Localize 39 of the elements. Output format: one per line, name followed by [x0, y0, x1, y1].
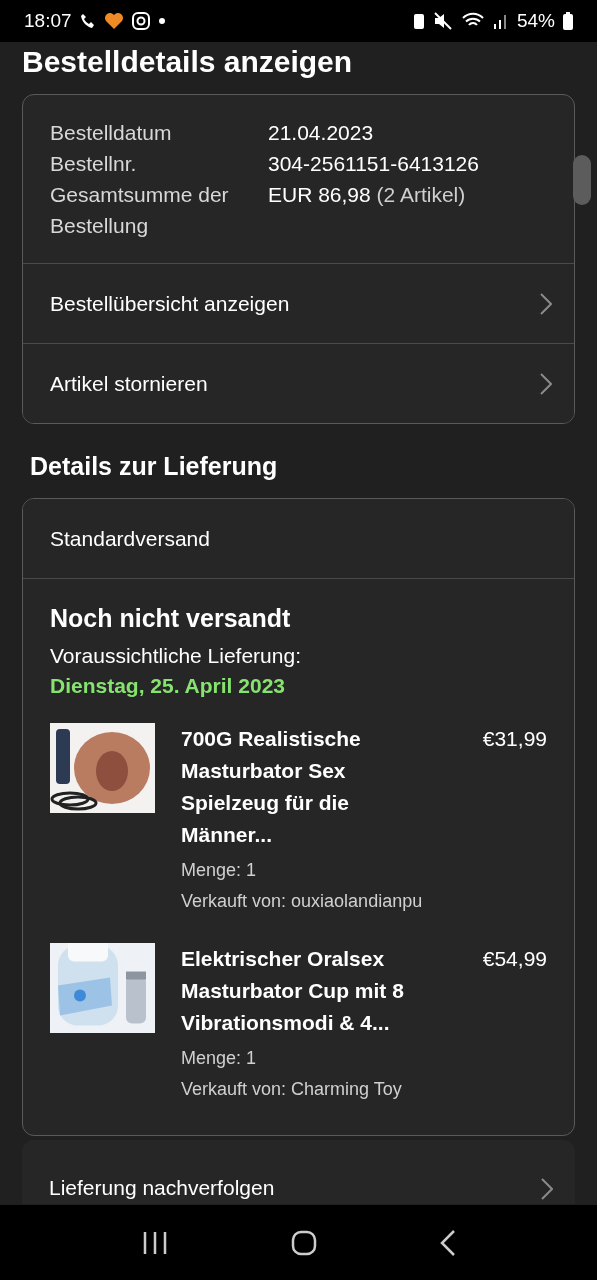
- price: €54,99: [482, 946, 547, 972]
- quantity: Menge: 1: [181, 1047, 258, 1070]
- chevron-right-icon: [540, 292, 552, 315]
- section-heading: Details zur Lieferung: [30, 451, 279, 482]
- page-title: Bestelldetails anzeigen: [21, 44, 354, 80]
- seller: Verkauft von: ouxiaolandianpu: [181, 890, 424, 913]
- scroll-handle[interactable]: [573, 155, 591, 205]
- estimate-label: Voraussichtliche Lieferung:: [50, 643, 302, 669]
- info-value: EUR 86,98 (2 Artikel): [268, 182, 467, 208]
- shipment-status: Noch nicht versandt: [50, 603, 292, 634]
- link-row[interactable]: Lieferung nachverfolgen: [22, 1140, 575, 1204]
- battery-icon: [563, 12, 573, 30]
- seller: Verkauft von: Charming Toy: [181, 1078, 403, 1101]
- phone-icon: [79, 13, 96, 29]
- product-title[interactable]: Elektrischer Oralsex Masturbator Cup mit 8 Vibrationsmodi & 4...: [181, 943, 441, 1039]
- info-label: Bestellnr.: [50, 151, 138, 177]
- heart-icon: [103, 12, 124, 30]
- recent-apps-icon[interactable]: [141, 1230, 168, 1255]
- home-icon[interactable]: [290, 1229, 317, 1256]
- battery-percent: 54%: [516, 10, 555, 32]
- delivery-date: Dienstag, 25. April 2023: [50, 673, 286, 699]
- info-label: Gesamtsumme der Bestellung: [50, 182, 230, 239]
- price: €31,99: [482, 726, 547, 752]
- info-value: 21.04.2023: [268, 120, 375, 146]
- info-label: Bestelldatum: [50, 120, 173, 146]
- dot-icon: [157, 17, 166, 25]
- shipping-method: Standardversand: [50, 526, 210, 551]
- info-value: 304-2561151-6413126: [268, 151, 480, 177]
- product-title[interactable]: 700G Realistische Masturbator Sex Spielzeug für die Männer...: [181, 723, 441, 851]
- clock-time: 18:07: [24, 10, 72, 32]
- mute-icon: [432, 12, 453, 30]
- quantity: Menge: 1: [181, 859, 258, 882]
- signal-icon: [492, 13, 509, 29]
- chevron-right-icon: [541, 1178, 553, 1200]
- chevron-right-icon: [540, 372, 552, 395]
- back-icon[interactable]: [439, 1228, 456, 1257]
- camera-icon: [131, 12, 150, 30]
- battery-saver-icon: [412, 12, 425, 30]
- link-row[interactable]: Artikel stornieren: [23, 343, 574, 423]
